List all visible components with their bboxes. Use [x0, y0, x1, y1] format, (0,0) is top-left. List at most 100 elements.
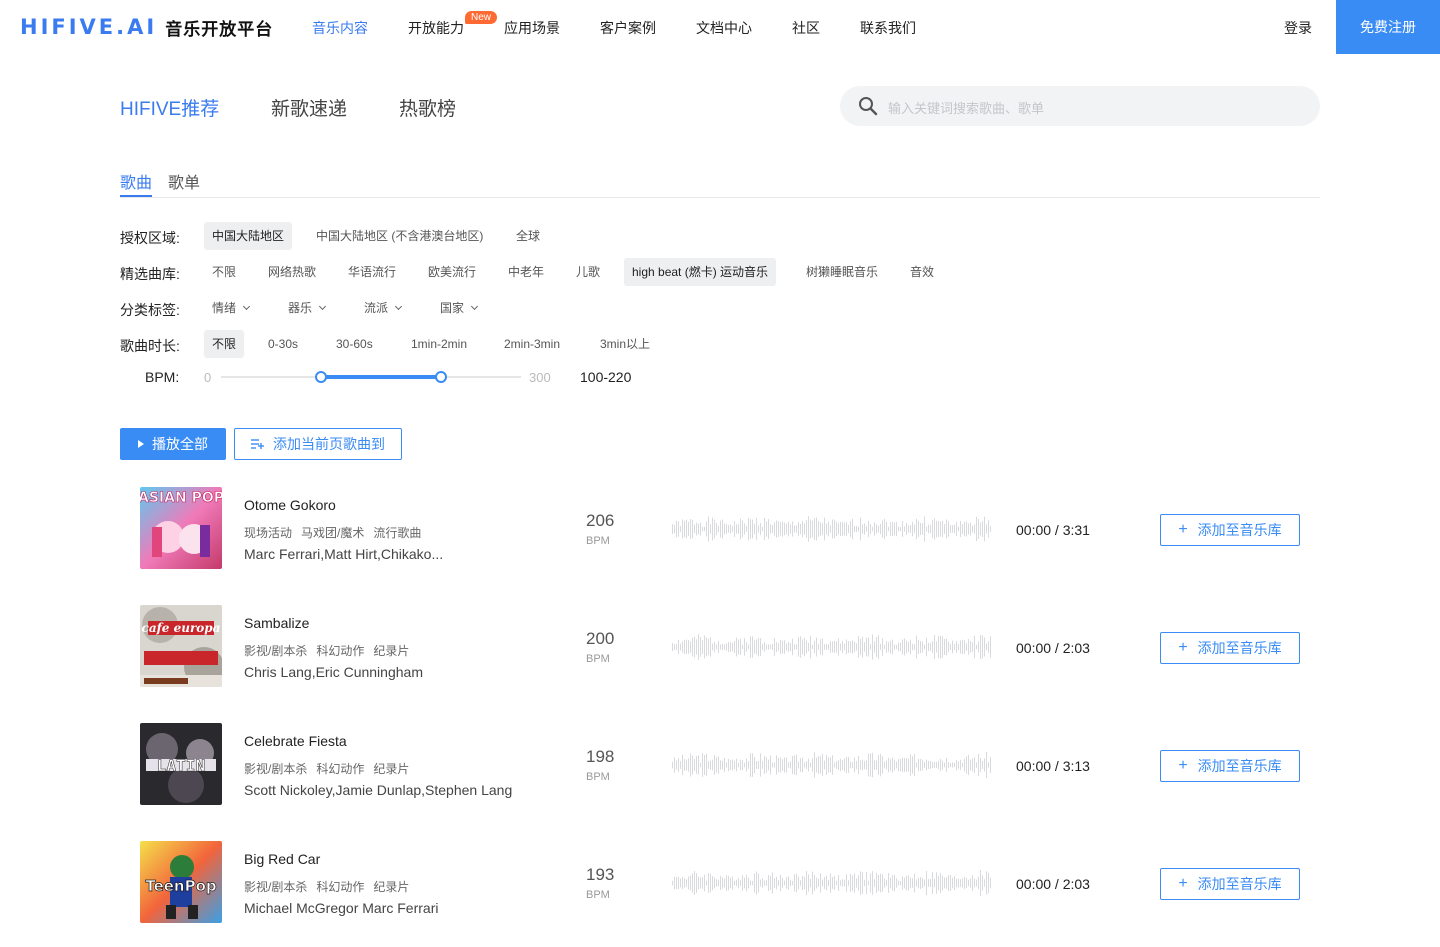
album-cover[interactable]: LATIN [140, 723, 222, 805]
nav-item-docs[interactable]: 文档中心 [696, 18, 752, 38]
song-tag[interactable]: 科幻动作 [316, 880, 364, 894]
duration-option[interactable]: 2min-3min [496, 330, 568, 358]
waveform-bar [844, 879, 845, 887]
waveform-bar [704, 526, 705, 532]
bpm-slider-handle-high[interactable] [435, 371, 447, 383]
add-to-library-button[interactable]: + 添加至音乐库 [1160, 632, 1300, 664]
waveform-bar [838, 875, 839, 891]
library-option[interactable]: 树獭睡眠音乐 [798, 258, 886, 286]
bpm-max: 300 [529, 370, 551, 385]
waveform-bar [680, 878, 681, 888]
category-dropdown-instrument[interactable]: 器乐 [280, 294, 333, 322]
tab-hot-chart[interactable]: 热歌榜 [399, 94, 456, 121]
duration-option[interactable]: 1min-2min [403, 330, 475, 358]
song-tag[interactable]: 科幻动作 [316, 644, 364, 658]
waveform-bar [764, 517, 765, 541]
duration-option[interactable]: 3min以上 [592, 330, 658, 358]
library-option[interactable]: 儿歌 [568, 258, 608, 286]
region-option-global[interactable]: 全球 [508, 222, 548, 250]
waveform-bar [804, 523, 805, 535]
logo[interactable]: HIFIVE.AI 音乐开放平台 [20, 13, 273, 41]
waveform-bar [674, 524, 675, 534]
waveform-bar [924, 879, 925, 887]
library-option[interactable]: 音效 [902, 258, 942, 286]
waveform-bar [830, 757, 831, 773]
waveform[interactable] [672, 863, 992, 903]
waveform[interactable] [672, 509, 992, 549]
song-tag[interactable]: 影视/剧本杀 [244, 762, 307, 776]
library-option-high-beat[interactable]: high beat (燃卡) 运动音乐 [624, 258, 777, 286]
region-option-mainland[interactable]: 中国大陆地区 [204, 222, 293, 250]
register-button[interactable]: 免费注册 [1336, 0, 1440, 54]
waveform-bar [882, 874, 883, 892]
search-input[interactable]: 输入关键词搜索歌曲、歌单 [888, 98, 1044, 117]
library-option[interactable]: 不限 [204, 258, 244, 286]
album-cover[interactable]: cafe europa [140, 605, 222, 687]
duration-option[interactable]: 30-60s [328, 330, 381, 358]
add-to-library-button[interactable]: + 添加至音乐库 [1160, 868, 1300, 900]
nav-item-cases[interactable]: 客户案例 [600, 18, 656, 38]
song-title[interactable]: Big Red Car [244, 851, 320, 867]
library-option[interactable]: 欧美流行 [420, 258, 484, 286]
song-row[interactable]: ASIAN POP Otome Gokoro 现场活动 马戏团/魔术 流行歌曲 Ma… [120, 487, 1320, 587]
song-row[interactable]: cafe europa Sambalize 影视/剧本杀 科幻动作 纪录片 Chri… [120, 605, 1320, 705]
waveform-bar [770, 876, 771, 890]
duration-option[interactable]: 不限 [204, 330, 245, 358]
waveform-bar [806, 870, 807, 896]
category-dropdown-mood[interactable]: 情绪 [204, 294, 257, 322]
waveform-bar [902, 521, 903, 537]
library-option[interactable]: 网络热歌 [260, 258, 324, 286]
play-all-button[interactable]: 播放全部 [120, 428, 226, 460]
nav-item-contact[interactable]: 联系我们 [860, 18, 916, 38]
add-page-songs-button[interactable]: 添加当前页歌曲到 [234, 428, 402, 460]
waveform-bar [882, 520, 883, 538]
waveform[interactable] [672, 627, 992, 667]
nav-item-open-capabilities[interactable]: 开放能力 [408, 18, 464, 38]
category-dropdown-genre[interactable]: 流派 [356, 294, 409, 322]
song-tag[interactable]: 现场活动 [244, 526, 292, 540]
song-tag[interactable]: 纪录片 [373, 762, 409, 776]
song-title[interactable]: Celebrate Fiesta [244, 733, 347, 749]
waveform-bar [740, 759, 741, 771]
waveform-bar [688, 758, 689, 772]
waveform-bar [756, 639, 757, 655]
nav-item-scenarios[interactable]: 应用场景 [504, 18, 560, 38]
waveform-bar [678, 639, 679, 655]
song-title[interactable]: Otome Gokoro [244, 497, 336, 513]
waveform-bar [808, 874, 809, 892]
bpm-slider-handle-low[interactable] [315, 371, 327, 383]
song-title[interactable]: Sambalize [244, 615, 309, 631]
song-tag[interactable]: 流行歌曲 [373, 526, 421, 540]
song-tag[interactable]: 影视/剧本杀 [244, 880, 307, 894]
nav-item-community[interactable]: 社区 [792, 18, 820, 38]
song-tag[interactable]: 马戏团/魔术 [301, 526, 364, 540]
search-box[interactable]: 输入关键词搜索歌曲、歌单 [840, 86, 1320, 126]
album-cover[interactable]: TeenPop [140, 841, 222, 923]
category-dropdown-country[interactable]: 国家 [432, 294, 485, 322]
tab-songs[interactable]: 歌曲 [120, 169, 152, 193]
region-option-mainland-excl[interactable]: 中国大陆地区 (不含港澳台地区) [308, 222, 491, 250]
waveform-bar [986, 524, 987, 534]
waveform-bar [800, 880, 801, 886]
song-tag[interactable]: 科幻动作 [316, 762, 364, 776]
waveform[interactable] [672, 745, 992, 785]
song-tag[interactable]: 影视/剧本杀 [244, 644, 307, 658]
login-link[interactable]: 登录 [1284, 18, 1312, 38]
waveform-bar [804, 637, 805, 657]
waveform-bar [708, 873, 709, 893]
song-row[interactable]: LATIN Celebrate Fiesta 影视/剧本杀 科幻动作 纪录片 Sco… [120, 723, 1320, 823]
album-cover[interactable]: ASIAN POP [140, 487, 222, 569]
song-tag[interactable]: 纪录片 [373, 644, 409, 658]
duration-option[interactable]: 0-30s [260, 330, 306, 358]
song-row[interactable]: TeenPop Big Red Car 影视/剧本杀 科幻动作 纪录片 Michae… [120, 841, 1320, 941]
tab-hifive-recommend[interactable]: HIFIVE推荐 [120, 94, 219, 121]
song-tag[interactable]: 纪录片 [373, 880, 409, 894]
waveform-bar [704, 755, 705, 775]
nav-item-music-content[interactable]: 音乐内容 [312, 18, 368, 38]
library-option[interactable]: 中老年 [500, 258, 552, 286]
add-to-library-button[interactable]: + 添加至音乐库 [1160, 514, 1300, 546]
add-to-library-button[interactable]: + 添加至音乐库 [1160, 750, 1300, 782]
tab-playlists[interactable]: 歌单 [168, 169, 200, 193]
library-option[interactable]: 华语流行 [340, 258, 404, 286]
tab-new-songs[interactable]: 新歌速递 [271, 94, 347, 121]
